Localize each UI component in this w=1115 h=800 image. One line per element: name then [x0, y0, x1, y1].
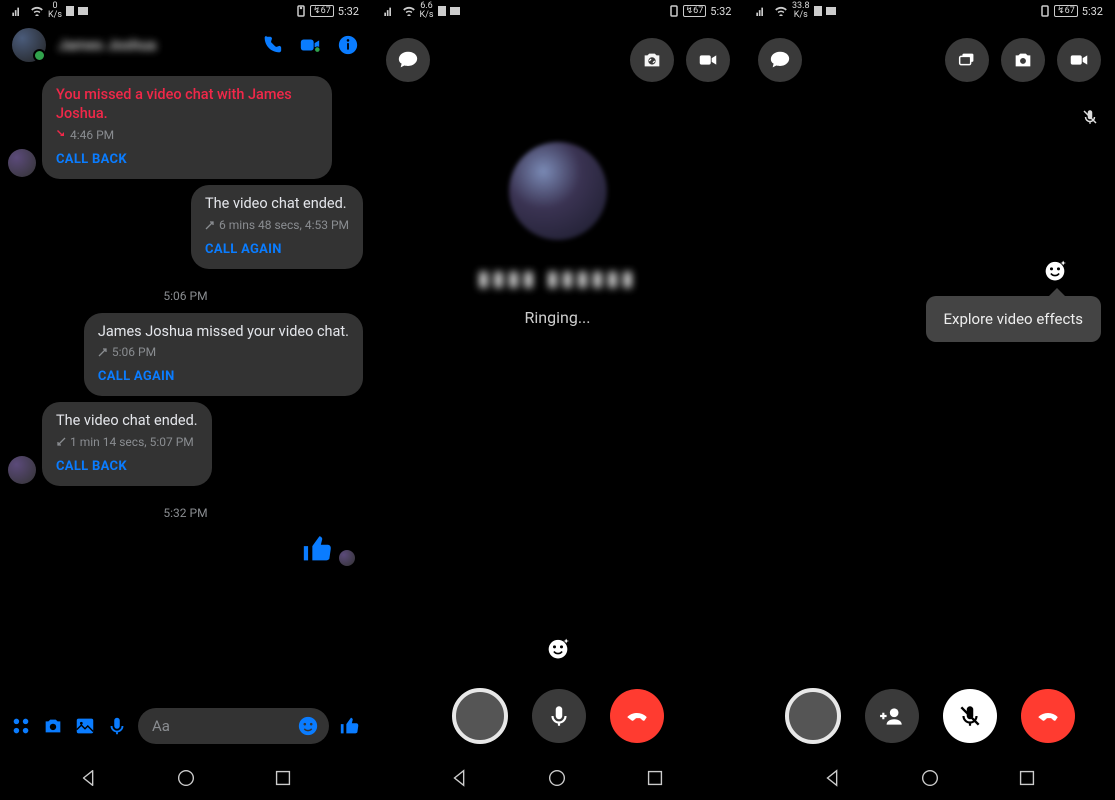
message-list: You missed a video chat with James Joshu…: [0, 72, 371, 574]
toggle-video-button[interactable]: [1057, 38, 1101, 82]
callee-name: ▮▮▮▮ ▮▮▮▮▮▮: [478, 266, 637, 290]
seen-avatar: [339, 550, 355, 566]
chat-button[interactable]: [386, 38, 430, 82]
effects-button[interactable]: [1041, 256, 1069, 284]
effects-button[interactable]: [544, 634, 572, 662]
status-time: 5:32: [338, 5, 359, 18]
mic-icon[interactable]: [106, 715, 128, 737]
shutter-button[interactable]: [452, 688, 508, 744]
message-bubble[interactable]: The video chat ended. 1 min 14 secs, 5:0…: [42, 402, 212, 486]
placeholder: Aa: [152, 717, 170, 735]
message-row: The video chat ended. 6 mins 48 secs, 4:…: [8, 185, 363, 269]
call-again-button[interactable]: CALL AGAIN: [205, 242, 349, 257]
call-controls: [372, 688, 744, 744]
mute-button[interactable]: [943, 689, 997, 743]
message-bubble[interactable]: You missed a video chat with James Joshu…: [42, 76, 332, 179]
recent-apps-icon[interactable]: [1016, 767, 1038, 789]
apps-icon[interactable]: [10, 715, 32, 737]
camera-icon[interactable]: [42, 715, 64, 737]
shutter-button[interactable]: [785, 688, 841, 744]
message-row: You missed a video chat with James Joshu…: [8, 76, 363, 179]
thumbs-up-icon: [301, 532, 335, 566]
info-icon[interactable]: [337, 34, 359, 56]
avatar-small: [8, 456, 36, 484]
call-again-button[interactable]: CALL AGAIN: [98, 369, 349, 384]
timestamp-divider: 5:06 PM: [8, 275, 363, 313]
composer: Aa: [0, 700, 371, 756]
effects-tooltip: Explore video effects: [926, 296, 1101, 342]
cast-button[interactable]: [945, 38, 989, 82]
contact-avatar[interactable]: [12, 28, 46, 62]
back-icon[interactable]: [78, 767, 100, 789]
toggle-video-button[interactable]: [686, 38, 730, 82]
call-back-button[interactable]: CALL BACK: [56, 459, 198, 474]
add-person-button[interactable]: [865, 689, 919, 743]
recent-apps-icon[interactable]: [272, 767, 294, 789]
thumb-reaction-row: [8, 530, 363, 574]
message-bubble[interactable]: James Joshua missed your video chat. 5:0…: [84, 313, 363, 397]
android-nav-bar: [0, 756, 371, 800]
call-active-screen: 33.8K/s ↯67 5:32 Explore vi: [744, 0, 1115, 800]
chat-button[interactable]: [758, 38, 802, 82]
call-ringing-screen: 6.6K/s ↯67 5:32 ▮▮▮▮ ▮▮▮▮▮▮ Ringing...: [372, 0, 744, 800]
gallery-icon[interactable]: [74, 715, 96, 737]
call-top-bar: [372, 22, 744, 82]
message-input[interactable]: Aa: [138, 708, 329, 744]
audio-call-icon[interactable]: [261, 34, 283, 56]
call-top-bar: [744, 22, 1115, 82]
back-icon[interactable]: [449, 767, 471, 789]
flip-camera-button[interactable]: [630, 38, 674, 82]
home-icon[interactable]: [175, 767, 197, 789]
call-back-button[interactable]: CALL BACK: [56, 152, 318, 167]
message-row: The video chat ended. 1 min 14 secs, 5:0…: [8, 402, 363, 486]
emoji-icon[interactable]: [297, 715, 319, 737]
home-icon[interactable]: [546, 767, 568, 789]
video-call-icon[interactable]: [299, 34, 321, 56]
chat-screen: 0K/s ↯67 5:32 James Joshua You missed a …: [0, 0, 371, 800]
flip-camera-button[interactable]: [1001, 38, 1045, 82]
android-nav-bar: [744, 756, 1115, 800]
home-icon[interactable]: [919, 767, 941, 789]
android-nav-bar: [372, 756, 744, 800]
recent-apps-icon[interactable]: [644, 767, 666, 789]
timestamp-divider: 5:32 PM: [8, 492, 363, 530]
status-bar-2: 6.6K/s ↯67 5:32: [372, 0, 744, 22]
like-button-icon[interactable]: [339, 715, 361, 737]
call-controls: [744, 688, 1115, 744]
chat-header: James Joshua: [0, 22, 371, 72]
message-bubble[interactable]: The video chat ended. 6 mins 48 secs, 4:…: [191, 185, 363, 269]
back-icon[interactable]: [822, 767, 844, 789]
status-bar-3: 33.8K/s ↯67 5:32: [744, 0, 1115, 22]
status-bar-1: 0K/s ↯67 5:32: [0, 0, 371, 22]
mute-button[interactable]: [532, 689, 586, 743]
hangup-button[interactable]: [1021, 689, 1075, 743]
avatar-small: [8, 149, 36, 177]
call-center: ▮▮▮▮ ▮▮▮▮▮▮ Ringing...: [372, 142, 744, 327]
message-row: James Joshua missed your video chat. 5:0…: [8, 313, 363, 397]
callee-avatar: [509, 142, 607, 240]
call-status-text: Ringing...: [525, 308, 591, 327]
muted-indicator-icon: [1081, 108, 1099, 126]
hangup-button[interactable]: [610, 689, 664, 743]
contact-name[interactable]: James Joshua: [58, 36, 249, 54]
